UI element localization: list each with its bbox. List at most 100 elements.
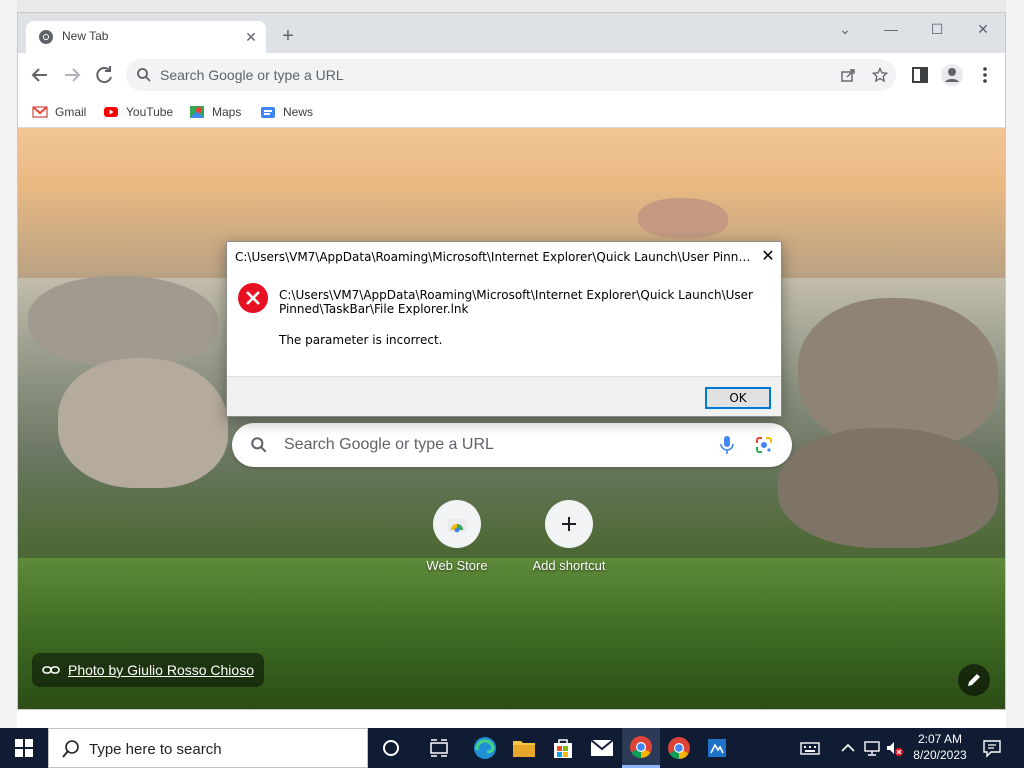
error-dialog: C:\Users\VM7\AppData\Roaming\Microsoft\I… xyxy=(226,241,782,417)
web-store-icon xyxy=(448,519,466,533)
add-shortcut-tile xyxy=(545,500,593,548)
dialog-title: C:\Users\VM7\AppData\Roaming\Microsoft\I… xyxy=(235,250,751,264)
photo-credit-text: Photo by Giulio Rosso Chioso xyxy=(68,662,254,678)
task-view-icon xyxy=(430,739,448,757)
search-icon xyxy=(251,437,267,453)
tab-strip: New Tab ✕ + ⌄ — ☐ ✕ xyxy=(18,13,1005,53)
store-bag-icon xyxy=(554,739,572,758)
background-photo-grass xyxy=(18,558,1005,709)
ntp-search-placeholder: Search Google or type a URL xyxy=(284,436,494,453)
start-button[interactable] xyxy=(0,728,48,768)
maximize-button[interactable]: ☐ xyxy=(922,17,952,41)
bookmark-label: Maps xyxy=(212,105,242,119)
chevron-up-icon[interactable] xyxy=(838,738,858,758)
taskbar: Type here to search 2:07 AM 8/20/2023 xyxy=(0,728,1024,768)
taskbar-app-chrome-active[interactable] xyxy=(622,728,660,768)
folder-icon xyxy=(513,741,535,757)
ok-button[interactable]: OK xyxy=(705,387,771,409)
bookmark-news[interactable]: News xyxy=(260,103,313,121)
keyboard-icon[interactable] xyxy=(800,738,820,758)
reload-icon[interactable] xyxy=(92,63,116,87)
desktop-background xyxy=(0,0,1024,12)
bookmark-youtube[interactable]: YouTube xyxy=(103,103,173,121)
taskbar-clock[interactable]: 2:07 AM 8/20/2023 xyxy=(900,731,980,763)
windows-logo-icon xyxy=(15,739,33,757)
new-tab-button[interactable]: + xyxy=(276,25,300,49)
clock-time: 2:07 AM xyxy=(917,732,963,746)
bookmark-label: News xyxy=(283,105,314,119)
back-arrow-icon[interactable] xyxy=(28,63,52,87)
search-icon xyxy=(62,740,79,758)
web-store-icon-tile xyxy=(433,500,481,548)
taskbar-app-mail[interactable] xyxy=(583,728,621,768)
toolbar: Search Google or type a URL xyxy=(18,53,1005,97)
taskbar-search-box[interactable]: Type here to search xyxy=(48,728,368,768)
desktop-background-right xyxy=(1006,0,1024,728)
new-tab-page: Search Google or type a URL Web Store Ad… xyxy=(18,128,1005,709)
plus-icon xyxy=(562,517,576,531)
bookmarks-bar: Gmail YouTube Maps News xyxy=(18,97,1005,128)
dialog-close-icon[interactable]: ✕ xyxy=(757,247,779,269)
side-panel-icon[interactable] xyxy=(908,63,932,87)
address-bar-placeholder: Search Google or type a URL xyxy=(160,67,344,83)
forward-arrow-icon[interactable] xyxy=(60,63,84,87)
error-icon xyxy=(238,283,268,313)
pencil-icon xyxy=(968,674,980,686)
profile-avatar-icon[interactable] xyxy=(940,63,964,87)
background-photo-rock xyxy=(638,198,728,238)
cortana-button[interactable] xyxy=(372,728,410,768)
bookmark-maps[interactable]: Maps xyxy=(189,103,241,121)
taskbar-app-store[interactable] xyxy=(544,728,582,768)
background-photo-rock xyxy=(778,428,998,548)
shortcut-add[interactable]: Add shortcut xyxy=(523,500,615,573)
bookmark-label: Gmail xyxy=(55,105,87,119)
microphone-icon[interactable] xyxy=(718,435,736,455)
cortana-circle-icon xyxy=(383,740,399,756)
desktop-background-left xyxy=(0,0,17,728)
menu-kebab-icon[interactable] xyxy=(973,63,997,87)
bookmark-star-icon[interactable] xyxy=(872,67,888,83)
photo-credit-link[interactable]: Photo by Giulio Rosso Chioso xyxy=(32,653,264,687)
link-icon xyxy=(42,666,60,674)
ntp-search-box[interactable]: Search Google or type a URL xyxy=(232,423,792,467)
taskbar-app-tool[interactable] xyxy=(698,728,736,768)
shortcut-label: Add shortcut xyxy=(532,558,606,573)
bookmark-gmail[interactable]: Gmail xyxy=(32,103,86,121)
close-window-button[interactable]: ✕ xyxy=(968,17,998,41)
app-grid-icon xyxy=(708,739,726,757)
notification-center-icon[interactable] xyxy=(982,738,1002,758)
minimize-button[interactable]: — xyxy=(876,17,906,41)
google-lens-icon[interactable] xyxy=(754,435,774,455)
chrome-icon xyxy=(630,735,652,758)
network-icon[interactable] xyxy=(862,738,882,758)
search-icon xyxy=(137,68,151,82)
task-view-button[interactable] xyxy=(420,728,458,768)
edge-icon xyxy=(474,737,496,759)
address-bar[interactable]: Search Google or type a URL xyxy=(126,59,896,91)
customize-button[interactable] xyxy=(958,664,990,696)
shortcut-web-store[interactable]: Web Store xyxy=(411,500,503,573)
tab-close-icon[interactable]: ✕ xyxy=(242,28,260,46)
news-icon xyxy=(261,107,275,118)
tab-new-tab[interactable]: New Tab ✕ xyxy=(26,21,266,53)
gmail-icon xyxy=(32,106,48,118)
share-icon[interactable] xyxy=(840,67,856,83)
background-photo-rock xyxy=(798,298,998,448)
dialog-footer: OK xyxy=(227,376,781,416)
clock-date: 8/20/2023 xyxy=(913,748,967,762)
chrome-icon xyxy=(668,737,690,759)
chrome-icon xyxy=(39,30,53,44)
taskbar-app-edge[interactable] xyxy=(466,728,504,768)
bookmark-label: YouTube xyxy=(126,105,174,119)
mail-icon xyxy=(590,739,614,756)
shortcut-label: Web Store xyxy=(426,558,488,573)
tab-search-chevron-icon[interactable]: ⌄ xyxy=(830,17,860,41)
taskbar-app-chrome[interactable] xyxy=(660,728,698,768)
background-photo-rock xyxy=(58,358,228,488)
maps-icon xyxy=(190,106,204,118)
dialog-message-path: C:\Users\VM7\AppData\Roaming\Microsoft\I… xyxy=(279,288,753,316)
youtube-icon xyxy=(104,107,118,117)
tab-title: New Tab xyxy=(62,29,109,43)
taskbar-app-file-explorer[interactable] xyxy=(505,728,543,768)
background-photo-rock xyxy=(28,276,218,366)
